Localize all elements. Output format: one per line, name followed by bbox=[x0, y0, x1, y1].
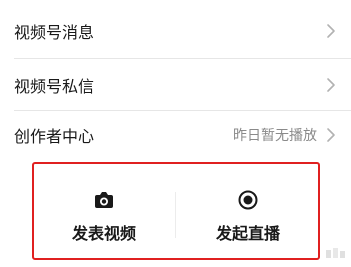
publish-video-label: 发表视频 bbox=[71, 224, 136, 243]
chevron-right-icon bbox=[327, 128, 335, 142]
menu-item-label: 视频号消息 bbox=[14, 23, 95, 42]
menu-item-channel-messages[interactable]: 视频号消息 bbox=[0, 4, 351, 58]
menu-item-label: 创作者中心 bbox=[14, 127, 95, 146]
channels-menu-panel: 视频号消息 视频号私信 创作者中心 昨日暂无播放 发表视频 发起直播 bbox=[0, 0, 351, 267]
start-live-button[interactable]: 发起直播 bbox=[178, 164, 318, 258]
publish-video-button[interactable]: 发表视频 bbox=[34, 164, 174, 258]
watermark-logo bbox=[326, 248, 345, 258]
divider bbox=[175, 192, 176, 238]
menu-item-creator-center[interactable]: 创作者中心 昨日暂无播放 bbox=[0, 108, 351, 162]
chevron-right-icon bbox=[327, 78, 335, 92]
camera-icon bbox=[95, 192, 113, 208]
quick-actions-highlight: 发表视频 发起直播 bbox=[32, 162, 320, 260]
menu-item-channel-private-messages[interactable]: 视频号私信 bbox=[0, 58, 351, 112]
creator-center-status: 昨日暂无播放 bbox=[233, 128, 317, 144]
record-icon bbox=[238, 190, 258, 210]
start-live-label: 发起直播 bbox=[215, 224, 280, 243]
menu-item-label: 视频号私信 bbox=[14, 77, 95, 96]
chevron-right-icon bbox=[327, 24, 335, 38]
